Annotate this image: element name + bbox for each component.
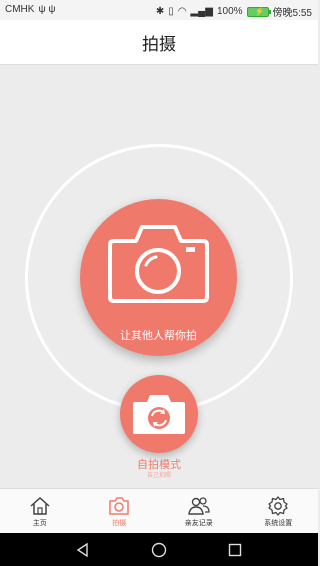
main-area: 让其他人帮你拍 自拍模式 自己拍照 [0,66,318,488]
tab-shoot[interactable]: 拍摄 [80,489,160,533]
vibrate-icon: ▯ [168,6,174,17]
nav-back-button[interactable] [73,540,93,560]
clock: 傍晚5:55 [272,8,312,19]
wifi-icon: ◠ [177,6,187,17]
page-title: 拍摄 [142,34,176,55]
home-icon [30,496,50,515]
people-icon [187,497,210,515]
battery-percent: 100% [216,6,243,17]
selfie-button[interactable] [120,375,198,453]
nav-home-button[interactable] [149,540,169,560]
battery-icon: ⚡ [246,6,271,17]
camera-icon [108,225,209,303]
tab-relatives[interactable]: 亲友记录 [159,489,239,533]
others-shoot-button[interactable]: 让其他人帮你拍 [80,199,237,356]
home-circle-icon [151,542,167,557]
camera-icon [109,497,129,515]
usb-icon: ψ ψ [38,4,56,15]
tab-shoot-label: 拍摄 [112,519,127,527]
tab-home[interactable]: 主页 [0,489,80,533]
carrier-label: CMHK [5,4,35,15]
gear-icon [268,496,288,516]
tab-bar: 主页 拍摄 亲友记录 系统设置 [0,488,318,533]
status-bar: CMHK ψ ψ ✱ ▯ ◠ ▂▄▆ 100% ⚡ 傍晚5:55 [0,0,318,20]
back-triangle-icon [76,542,88,557]
selfie-sublabel: 自己拍照 [146,472,171,479]
android-nav-bar [0,533,318,566]
tab-settings[interactable]: 系统设置 [239,489,319,533]
signal-icon: ▂▄▆ [190,6,213,17]
selfie-camera-icon [133,395,185,434]
tab-relatives-label: 亲友记录 [184,519,213,527]
tab-home-label: 主页 [32,519,47,527]
recent-square-icon [228,543,242,556]
bluetooth-icon: ✱ [155,6,165,17]
tab-settings-label: 系统设置 [264,519,293,527]
nav-recent-button[interactable] [225,540,245,560]
others-shoot-label: 让其他人帮你拍 [120,329,197,342]
header: 拍摄 [0,20,318,65]
